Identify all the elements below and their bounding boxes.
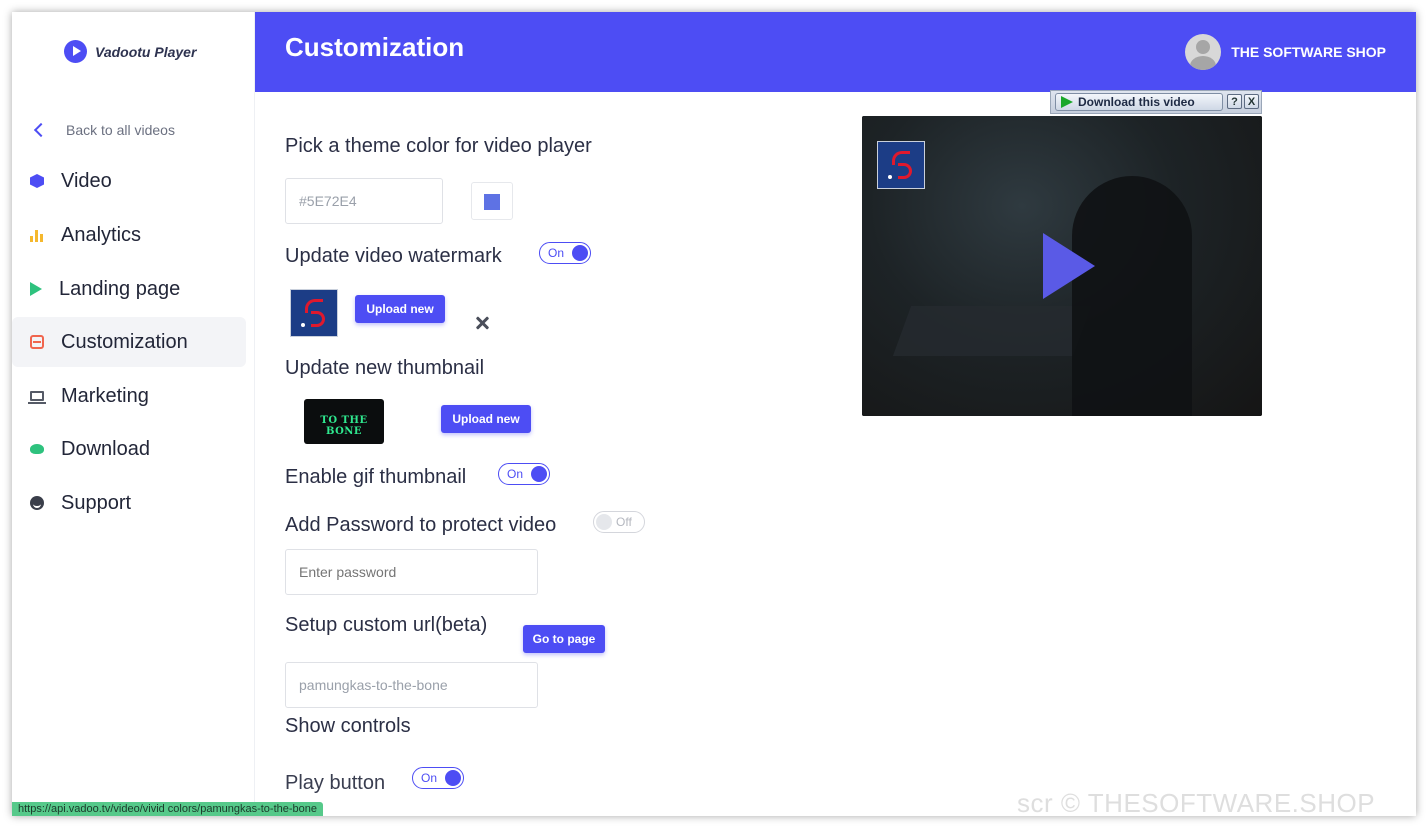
- app-window: Vadootu Player Back to all videos Video …: [12, 12, 1416, 816]
- color-picker-button[interactable]: [471, 182, 513, 220]
- play-button-toggle[interactable]: On: [412, 767, 464, 789]
- sidebar-item-label: Support: [61, 491, 132, 514]
- theme-color-title: Pick a theme color for video player: [285, 135, 592, 157]
- color-swatch: [484, 194, 500, 210]
- bar-chart-icon: [30, 228, 44, 242]
- play-logo-icon: [64, 40, 87, 63]
- custom-url-title: Setup custom url(beta): [285, 614, 488, 636]
- download-label: Download this video: [1078, 95, 1195, 109]
- show-controls-title: Show controls: [285, 715, 411, 737]
- chevron-left-icon: [33, 122, 49, 138]
- screenshot-watermark: scr © THESOFTWARE.SHOP: [1017, 788, 1376, 818]
- user-name: THE SOFTWARE SHOP: [1231, 44, 1386, 60]
- play-icon: [30, 282, 42, 296]
- laptop-icon: [28, 391, 46, 404]
- sidebar-item-label: Analytics: [61, 223, 142, 246]
- sidebar: Vadootu Player Back to all videos Video …: [12, 12, 255, 816]
- gif-thumbnail-toggle[interactable]: On: [498, 463, 550, 485]
- sidebar-item-support[interactable]: Support: [12, 478, 246, 528]
- sidebar-item-label: Download: [61, 437, 150, 460]
- watermark-title: Update video watermark: [285, 245, 502, 267]
- cube-icon: [30, 174, 44, 188]
- help-icon[interactable]: ?: [1227, 94, 1242, 109]
- sidebar-item-video[interactable]: Video: [12, 156, 246, 206]
- sidebar-item-label: Landing page: [59, 277, 181, 300]
- top-header: Customization THE SOFTWARE SHOP: [255, 12, 1416, 92]
- sidebar-item-marketing[interactable]: Marketing: [12, 371, 246, 421]
- theme-color-input[interactable]: #5E72E4: [285, 178, 443, 224]
- back-link-label: Back to all videos: [66, 122, 175, 138]
- status-bar-url: https://api.vadoo.tv/video/vivid colors/…: [12, 802, 323, 816]
- password-input[interactable]: [285, 549, 538, 595]
- brand[interactable]: Vadootu Player: [64, 40, 196, 63]
- thumbnail-image: TO THE BONE: [304, 399, 384, 444]
- customization-panel: Pick a theme color for video player #5E7…: [255, 90, 1416, 816]
- sidebar-item-label: Marketing: [61, 384, 149, 407]
- sidebar-item-landing-page[interactable]: Landing page: [12, 264, 246, 314]
- sidebar-item-label: Video: [61, 169, 112, 192]
- user-menu[interactable]: THE SOFTWARE SHOP: [1185, 34, 1386, 70]
- thumbnail-title: Update new thumbnail: [285, 357, 485, 379]
- watermark-logo-image: [290, 289, 338, 337]
- sidebar-item-label: Customization: [61, 330, 188, 353]
- tools-icon[interactable]: [474, 315, 490, 331]
- brand-name: Vadootu Player: [95, 43, 197, 60]
- sidebar-item-analytics[interactable]: Analytics: [12, 210, 246, 260]
- download-video-bar: Download this video ? X: [1050, 90, 1262, 114]
- avatar: [1185, 34, 1222, 70]
- password-title: Add Password to protect video: [285, 514, 557, 536]
- page-title: Customization: [285, 32, 465, 62]
- smile-icon: [30, 496, 44, 510]
- download-this-video-button[interactable]: Download this video: [1055, 93, 1223, 111]
- close-icon[interactable]: X: [1244, 94, 1259, 109]
- password-toggle[interactable]: Off: [593, 511, 645, 533]
- play-icon[interactable]: [1043, 233, 1095, 299]
- back-to-all-videos-link[interactable]: Back to all videos: [32, 122, 175, 138]
- play-icon: [1061, 96, 1073, 108]
- thumbnail-text: TO THE BONE: [320, 415, 368, 437]
- go-to-page-button[interactable]: Go to page: [523, 625, 605, 653]
- gif-thumbnail-title: Enable gif thumbnail: [285, 466, 467, 488]
- watermark-toggle[interactable]: On: [539, 242, 591, 264]
- sidebar-item-customization[interactable]: Customization: [12, 317, 246, 367]
- customization-icon: [30, 335, 44, 349]
- cloud-download-icon: [30, 444, 44, 454]
- video-player-preview[interactable]: [862, 116, 1262, 416]
- sidebar-item-download[interactable]: Download: [12, 424, 246, 474]
- upload-watermark-button[interactable]: Upload new: [355, 295, 445, 323]
- play-button-label: Play button: [285, 772, 386, 794]
- player-watermark-logo: [877, 141, 925, 189]
- custom-url-input[interactable]: pamungkas-to-the-bone: [285, 662, 538, 708]
- upload-thumbnail-button[interactable]: Upload new: [441, 405, 531, 433]
